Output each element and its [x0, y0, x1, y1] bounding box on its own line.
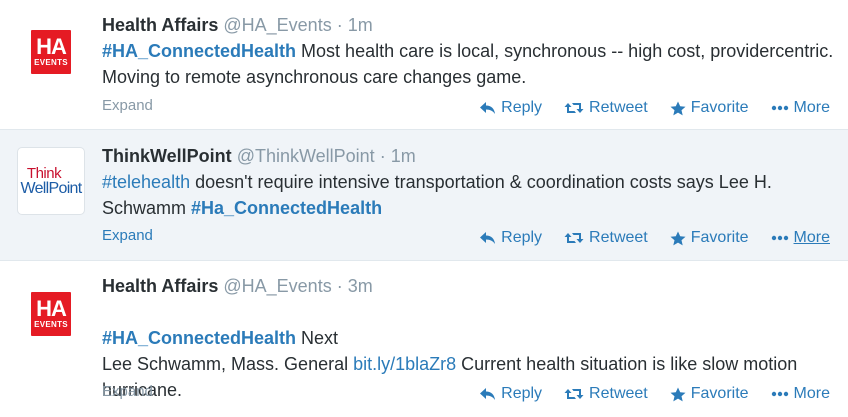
favorite-icon — [670, 387, 686, 401]
author-name[interactable]: Health Affairs — [102, 15, 218, 35]
reply-icon — [480, 102, 496, 114]
hashtag-link[interactable]: #telehealth — [102, 172, 190, 192]
timestamp[interactable]: 1m — [391, 146, 416, 166]
reply-button[interactable]: Reply — [479, 385, 542, 403]
author-handle[interactable]: @HA_Events — [223, 15, 331, 35]
favorite-button[interactable]: Favorite — [670, 229, 749, 247]
tweet-text: #HA_ConnectedHealth Most health care is … — [102, 38, 848, 90]
author-handle[interactable]: @ThinkWellPoint — [237, 146, 375, 166]
favorite-button[interactable]: Favorite — [670, 385, 749, 403]
tweet-header: Health Affairs @HA_Events · 1m — [102, 15, 848, 35]
avatar[interactable]: HA EVENTS — [17, 18, 85, 86]
separator: · — [336, 276, 343, 296]
tweet-1[interactable]: HA EVENTS Health Affairs @HA_Events · 1m… — [0, 0, 848, 130]
expand-link[interactable]: Expand — [102, 227, 153, 244]
ha-events-logo: HA EVENTS — [31, 292, 71, 336]
tweet-header: Health Affairs @HA_Events · 3m — [102, 276, 848, 296]
favorite-icon — [670, 231, 686, 245]
avatar[interactable]: Think WellPoint — [17, 147, 85, 215]
author-handle[interactable]: @HA_Events — [223, 276, 331, 296]
tweet-actions: Reply Retweet Favorite More — [479, 385, 830, 403]
tweet-3[interactable]: HA EVENTS Health Affairs @HA_Events · 3m… — [0, 261, 848, 417]
more-icon — [771, 391, 788, 397]
author-name[interactable]: ThinkWellPoint — [102, 146, 232, 166]
expand-link[interactable]: Expand — [102, 383, 153, 400]
thinkwellpoint-logo-line2: WellPoint — [20, 179, 83, 197]
tweet-text: #telehealth doesn't require intensive tr… — [102, 169, 848, 221]
reply-icon — [480, 232, 496, 244]
timestamp[interactable]: 3m — [348, 276, 373, 296]
retweet-icon — [564, 233, 584, 243]
more-button[interactable]: More — [771, 385, 830, 403]
favorite-icon — [670, 101, 686, 115]
reply-button[interactable]: Reply — [479, 99, 542, 117]
hashtag-link[interactable]: #HA_ConnectedHealth — [102, 328, 296, 348]
reply-icon — [480, 388, 496, 400]
retweet-icon — [564, 103, 584, 113]
tweet-actions: Reply Retweet Favorite More — [479, 99, 830, 117]
retweet-button[interactable]: Retweet — [564, 99, 648, 117]
timestamp[interactable]: 1m — [348, 15, 373, 35]
url-link[interactable]: bit.ly/1blaZr8 — [353, 354, 456, 374]
more-icon — [771, 235, 788, 241]
tweet-header: ThinkWellPoint @ThinkWellPoint · 1m — [102, 146, 848, 166]
ha-events-logo: HA EVENTS — [31, 30, 71, 74]
thinkwellpoint-logo: Think — [26, 164, 62, 182]
separator: · — [336, 15, 343, 35]
more-button[interactable]: More — [771, 99, 830, 117]
tweet-2[interactable]: Think WellPoint ThinkWellPoint @ThinkWel… — [0, 130, 848, 261]
retweet-button[interactable]: Retweet — [564, 229, 648, 247]
author-name[interactable]: Health Affairs — [102, 276, 218, 296]
reply-button[interactable]: Reply — [479, 229, 542, 247]
more-button[interactable]: More — [771, 229, 830, 247]
tweet-actions: Reply Retweet Favorite More — [479, 229, 830, 247]
expand-link[interactable]: Expand — [102, 97, 153, 114]
hashtag-link[interactable]: #HA_ConnectedHealth — [102, 41, 296, 61]
retweet-button[interactable]: Retweet — [564, 385, 648, 403]
favorite-button[interactable]: Favorite — [670, 99, 749, 117]
retweet-icon — [564, 389, 584, 399]
avatar[interactable]: HA EVENTS — [17, 280, 85, 348]
separator: · — [379, 146, 386, 166]
hashtag-link[interactable]: #Ha_ConnectedHealth — [191, 198, 382, 218]
more-icon — [771, 105, 788, 111]
